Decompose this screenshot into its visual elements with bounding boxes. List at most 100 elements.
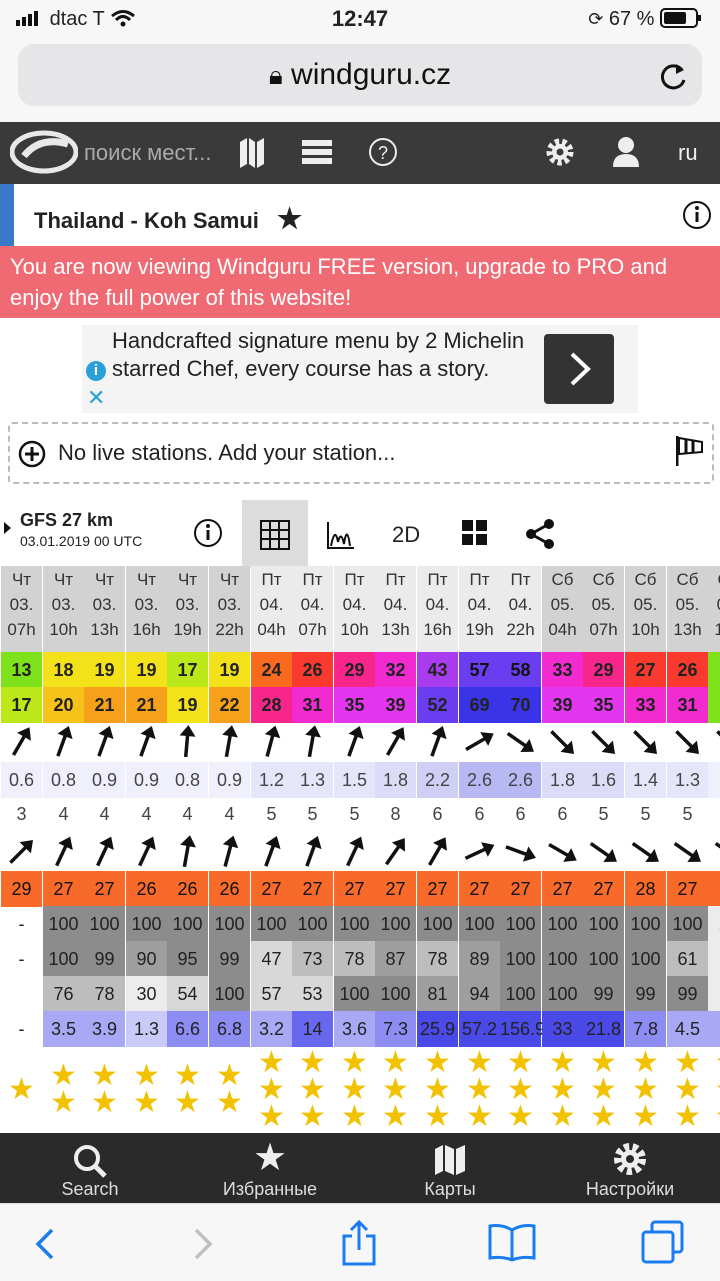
rating-star-icon: ★ <box>174 1059 201 1092</box>
tab-settings-label: Настройки <box>585 1179 675 1199</box>
header-date: 03. <box>217 595 242 614</box>
ad-close-icon[interactable]: ✕ <box>87 385 105 411</box>
rating-stars: ★ ★ <box>126 1046 167 1132</box>
favorite-star-icon[interactable]: ★ <box>277 203 302 234</box>
rating-star-icon: ★ <box>632 1045 659 1079</box>
wind-gust-cell: 20 <box>43 687 84 723</box>
wave-direction-arrow-icon <box>714 841 720 860</box>
tab-maps-label: Карты <box>424 1179 476 1199</box>
wind-gust-cell: 21 <box>126 687 167 723</box>
ad-arrow-button[interactable] <box>544 334 614 404</box>
location-search-input[interactable]: поиск мест... <box>84 140 212 166</box>
info-icon[interactable] <box>682 200 712 230</box>
header-date: 05. <box>633 595 658 614</box>
language-switch[interactable]: ru <box>678 140 698 166</box>
header-day: Сб <box>634 570 657 589</box>
column-header: Сб 05. 13h <box>667 566 708 652</box>
menu-icon[interactable] <box>302 134 332 170</box>
tab-maps[interactable]: Карты <box>360 1133 540 1203</box>
forward-icon[interactable] <box>192 1226 216 1262</box>
back-icon[interactable] <box>32 1226 56 1262</box>
rating-star-icon: ★ <box>632 1099 659 1132</box>
wave-direction-arrow-icon <box>673 841 701 862</box>
wave-period-cell: 4 <box>224 804 235 824</box>
cloud-high-cell: 100 <box>417 906 458 942</box>
tab-favorites[interactable]: ★ Избранные <box>180 1133 360 1203</box>
pro-upgrade-banner[interactable]: You are now viewing Windguru FREE versio… <box>0 246 720 318</box>
cloud-low-cell: 99 <box>583 976 624 1012</box>
tab-2d[interactable]: 2D <box>392 522 420 548</box>
temperature-cell: 27 <box>667 871 708 907</box>
share-icon[interactable] <box>524 518 556 550</box>
header-day: Пт <box>344 570 365 589</box>
wind-direction-arrow-icon <box>675 730 700 755</box>
column-header: Пт 04. 10h <box>334 566 375 652</box>
header-hour: 22h <box>215 620 244 639</box>
forecast-table: Чт 03. 07h 13 17 0.6 3 29- - - ★ Чт 03. 10h 18 20 0.8 4 27… <box>0 566 720 1132</box>
wind-direction-arrow-icon <box>222 725 238 758</box>
precipitation-cell: 3 <box>708 1011 720 1047</box>
bookmarks-icon[interactable] <box>488 1222 536 1262</box>
cloud-low-cell: 76 <box>43 976 84 1012</box>
header-date: 05. <box>708 592 720 617</box>
lock-icon: 🔒︎ <box>268 60 283 90</box>
cloud-high-cell: 100 <box>459 906 500 942</box>
header-day: Чт <box>53 570 74 589</box>
live-stations-box[interactable]: No live stations. Add your station... <box>8 422 714 484</box>
cloud-low-cell: 100 <box>334 976 375 1012</box>
cloud-high-cell: 100 <box>43 906 84 942</box>
tab-settings[interactable]: Настройки <box>540 1133 720 1203</box>
rating-stars: ★★★ <box>251 1046 292 1132</box>
precipitation-cell: 7.3 <box>375 1011 416 1047</box>
wave-direction-arrow-icon <box>96 836 114 867</box>
add-circle-icon[interactable] <box>18 440 46 468</box>
wind-speed-cell: 29 <box>583 652 624 689</box>
rating-star-icon: ★ <box>341 1099 368 1132</box>
tab-table[interactable] <box>242 500 308 568</box>
wind-gust-cell: 28 <box>251 687 292 723</box>
address-bar[interactable]: 🔒︎ windguru.cz <box>18 44 702 106</box>
wind-direction-arrow-icon <box>591 730 616 755</box>
precipitation-cell: 57.2 <box>459 1011 500 1047</box>
ad-info-icon[interactable]: i <box>86 361 106 381</box>
share-sheet-icon[interactable] <box>340 1218 378 1266</box>
rating-stars: ★ ★ <box>167 1046 208 1132</box>
wave-height-cell: 1.3 <box>667 762 708 798</box>
layout-grid-icon[interactable] <box>462 520 488 546</box>
cloud-high-cell: 100 <box>251 906 292 942</box>
precipitation-cell: 7.8 <box>625 1011 666 1047</box>
rating-stars: ★★★ <box>375 1046 416 1132</box>
help-icon[interactable]: ? <box>368 134 398 170</box>
caret-right-icon[interactable] <box>4 522 11 534</box>
cloud-low-cell: 99 <box>667 976 708 1012</box>
tabs-icon[interactable] <box>640 1220 686 1266</box>
header-hour: 16h <box>132 620 161 639</box>
header-day: Сб <box>551 570 574 589</box>
ad-banner[interactable]: i ✕ Handcrafted signature menu by 2 Mich… <box>82 325 638 413</box>
windguru-logo[interactable] <box>10 130 78 176</box>
wind-speed-cell: 29 <box>334 652 375 689</box>
user-icon[interactable] <box>612 134 640 170</box>
column-header: Чт 03. 16h <box>126 566 167 652</box>
precipitation-cell: 1.3 <box>126 1011 167 1047</box>
tab-search[interactable]: Search <box>0 1133 180 1203</box>
column-header: Пт 04. 19h <box>459 566 500 652</box>
wave-period-cell: 5 <box>349 804 360 824</box>
settings-gear-icon[interactable] <box>544 134 576 170</box>
rating-star-icon: ★ <box>91 1086 118 1119</box>
wind-speed-cell: 26 <box>667 652 708 689</box>
header-date: 04. <box>425 595 450 614</box>
rating-star-icon: ★ <box>341 1072 368 1106</box>
rating-star-icon: ★ <box>382 1045 409 1079</box>
model-date: 03.01.2019 00 UTC <box>20 533 143 549</box>
wave-period-cell: 8 <box>390 804 401 824</box>
rating-star-icon: ★ <box>674 1099 701 1132</box>
reload-icon[interactable] <box>658 60 688 92</box>
wind-speed-cell: 27 <box>625 652 666 689</box>
map-icon[interactable] <box>238 134 266 170</box>
wave-period-cell: 5 <box>708 796 720 832</box>
model-name[interactable]: GFS 27 km <box>20 510 113 531</box>
graph-icon[interactable] <box>326 520 356 550</box>
model-info-icon[interactable] <box>193 518 223 548</box>
cloud-mid-cell: 100 <box>625 941 666 977</box>
